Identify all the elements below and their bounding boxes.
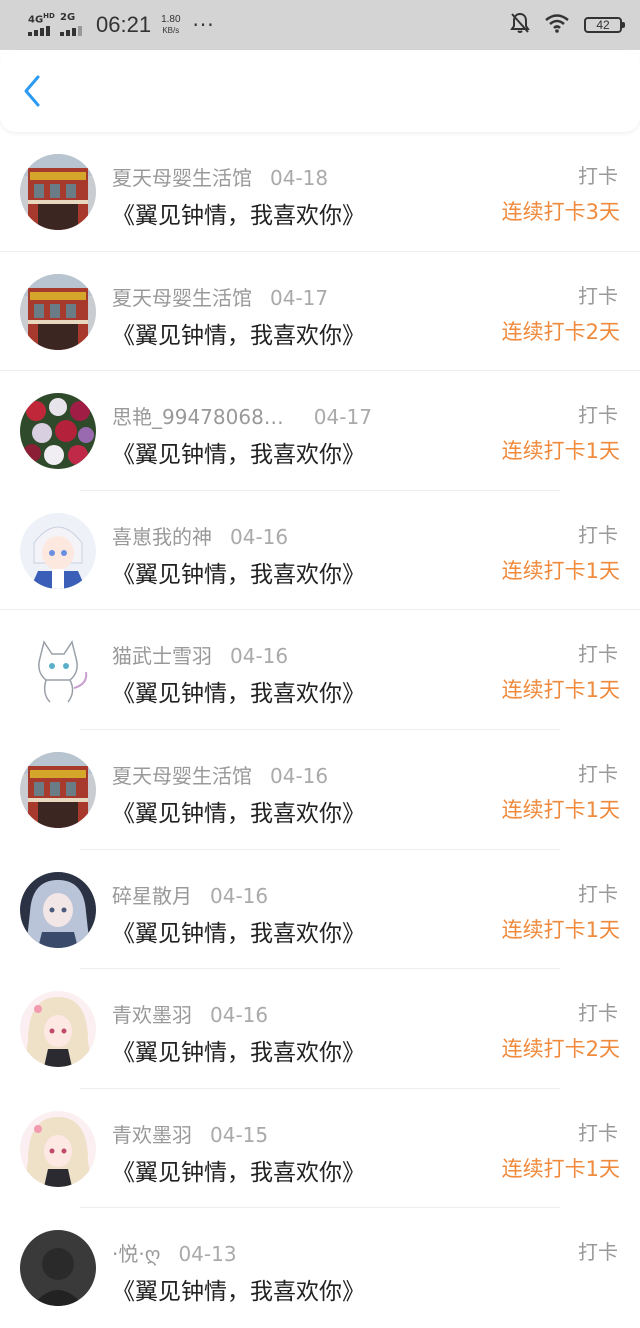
- list-item[interactable]: 夏天母婴生活馆 04-18 《翼见钟情，我喜欢你》 打卡 连续打卡3天: [0, 132, 640, 252]
- username[interactable]: 碎星散月: [112, 884, 192, 908]
- list-item[interactable]: 夏天母婴生活馆 04-17 《翼见钟情，我喜欢你》 打卡 连续打卡2天: [0, 252, 640, 372]
- item-meta: 青欢墨羽 04-16: [112, 999, 268, 1028]
- action-label: 打卡: [578, 1120, 618, 1145]
- username[interactable]: ·悦·ღ: [112, 1242, 160, 1266]
- date: 04-16: [210, 883, 269, 908]
- streak-badge: 连续打卡2天: [501, 1037, 620, 1062]
- book-title[interactable]: 《翼见钟情，我喜欢你》: [112, 794, 365, 828]
- action-label: 打卡: [578, 642, 618, 667]
- avatar[interactable]: [20, 1110, 96, 1187]
- streak-badge: 连续打卡1天: [501, 558, 620, 583]
- chevron-left-icon: [24, 75, 40, 107]
- date: 04-16: [230, 644, 289, 669]
- item-meta: 夏天母婴生活馆 04-17: [112, 282, 328, 311]
- date: 04-16: [210, 1003, 269, 1028]
- avatar[interactable]: [20, 512, 96, 589]
- date: 04-17: [270, 285, 329, 310]
- item-meta: 夏天母婴生活馆 04-16: [112, 760, 328, 789]
- item-meta: ·悦·ღ 04-13: [112, 1238, 237, 1267]
- battery-icon: 42: [584, 17, 625, 33]
- action-label: 打卡: [578, 164, 618, 188]
- wifi-icon: [544, 13, 570, 37]
- username[interactable]: 夏天母婴生活馆: [112, 764, 252, 788]
- book-title[interactable]: 《翼见钟情，我喜欢你》: [112, 1033, 365, 1067]
- book-title[interactable]: 《翼见钟情，我喜欢你》: [112, 1153, 365, 1187]
- list-item[interactable]: 喜崽我的神 04-16 《翼见钟情，我喜欢你》 打卡 连续打卡1天: [0, 491, 640, 611]
- book-title[interactable]: 《翼见钟情，我喜欢你》: [112, 316, 365, 350]
- username[interactable]: 喜崽我的神: [112, 525, 212, 549]
- avatar[interactable]: [20, 1230, 96, 1307]
- list-item[interactable]: 夏天母婴生活馆 04-16 《翼见钟情，我喜欢你》 打卡 连续打卡1天: [0, 730, 640, 850]
- book-title[interactable]: 《翼见钟情，我喜欢你》: [112, 196, 365, 230]
- action-label: 打卡: [578, 1001, 618, 1026]
- streak-badge: 连续打卡1天: [501, 678, 620, 703]
- list-item[interactable]: 碎星散月 04-16 《翼见钟情，我喜欢你》 打卡 连续打卡1天: [0, 850, 640, 970]
- list-item[interactable]: 青欢墨羽 04-15 《翼见钟情，我喜欢你》 打卡 连续打卡1天: [0, 1089, 640, 1209]
- network-speed: 1.80 KB/s: [161, 14, 181, 35]
- cellular-signal-2g-icon: 2G: [60, 12, 86, 36]
- item-meta: 青欢墨羽 04-15: [112, 1119, 268, 1148]
- action-label: 打卡: [578, 522, 618, 547]
- action-label: 打卡: [578, 403, 618, 428]
- date: 04-16: [230, 524, 289, 549]
- streak-badge: 连续打卡1天: [501, 1156, 620, 1181]
- streak-badge: 连续打卡3天: [501, 200, 620, 224]
- username[interactable]: 思艳_99478068…: [112, 405, 284, 429]
- book-title[interactable]: 《翼见钟情，我喜欢你》: [112, 914, 365, 948]
- avatar[interactable]: [20, 871, 96, 948]
- more-notifications-icon: ···: [192, 13, 215, 37]
- action-label: 打卡: [578, 761, 618, 786]
- book-title[interactable]: 《翼见钟情，我喜欢你》: [112, 435, 365, 469]
- book-title[interactable]: 《翼见钟情，我喜欢你》: [112, 674, 365, 708]
- date: 04-16: [270, 763, 329, 788]
- book-title[interactable]: 《翼见钟情，我喜欢你》: [112, 1272, 365, 1306]
- list-item[interactable]: ·悦·ღ 04-13 《翼见钟情，我喜欢你》 打卡: [0, 1208, 640, 1328]
- username[interactable]: 夏天母婴生活馆: [112, 286, 252, 310]
- cellular-signal-4g-icon: 4GHD: [28, 12, 55, 36]
- username[interactable]: 猫武士雪羽: [112, 644, 212, 668]
- checkin-list: 夏天母婴生活馆 04-18 《翼见钟情，我喜欢你》 打卡 连续打卡3天 夏天母婴生…: [0, 132, 640, 1328]
- action-label: 打卡: [578, 1240, 618, 1265]
- streak-badge: 连续打卡1天: [501, 439, 620, 464]
- date: 04-15: [210, 1122, 269, 1147]
- avatar[interactable]: [20, 991, 96, 1068]
- item-meta: 喜崽我的神 04-16: [112, 521, 288, 550]
- avatar[interactable]: [20, 154, 96, 230]
- list-item[interactable]: 猫武士雪羽 04-16 《翼见钟情，我喜欢你》 打卡 连续打卡1天: [0, 610, 640, 730]
- nav-bar: [0, 50, 640, 132]
- username[interactable]: 青欢墨羽: [112, 1003, 192, 1027]
- date: 04-17: [313, 405, 372, 430]
- username[interactable]: 青欢墨羽: [112, 1123, 192, 1147]
- streak-badge: 连续打卡2天: [501, 319, 620, 344]
- item-meta: 夏天母婴生活馆 04-18: [112, 162, 328, 191]
- username[interactable]: 夏天母婴生活馆: [112, 166, 252, 190]
- item-meta: 猫武士雪羽 04-16: [112, 640, 288, 669]
- streak-badge: 连续打卡1天: [501, 917, 620, 942]
- item-meta: 碎星散月 04-16: [112, 880, 268, 909]
- action-label: 打卡: [578, 881, 618, 906]
- avatar[interactable]: [20, 632, 96, 709]
- mute-bell-icon: [510, 12, 530, 38]
- avatar[interactable]: [20, 393, 96, 470]
- list-item[interactable]: 青欢墨羽 04-16 《翼见钟情，我喜欢你》 打卡 连续打卡2天: [0, 969, 640, 1089]
- back-button[interactable]: [22, 71, 52, 111]
- action-label: 打卡: [578, 283, 618, 308]
- avatar[interactable]: [20, 751, 96, 828]
- avatar[interactable]: [20, 273, 96, 350]
- date: 04-18: [270, 166, 329, 190]
- clock: 06:21: [96, 12, 152, 37]
- streak-badge: 连续打卡1天: [501, 797, 620, 822]
- status-bar: 4GHD 2G 06:21 1.80 KB/s ··· 42: [0, 0, 640, 50]
- date: 04-13: [178, 1242, 237, 1267]
- book-title[interactable]: 《翼见钟情，我喜欢你》: [112, 555, 365, 589]
- item-meta: 思艳_99478068… 04-17: [112, 401, 372, 430]
- list-item[interactable]: 思艳_99478068… 04-17 《翼见钟情，我喜欢你》 打卡 连续打卡1天: [0, 371, 640, 491]
